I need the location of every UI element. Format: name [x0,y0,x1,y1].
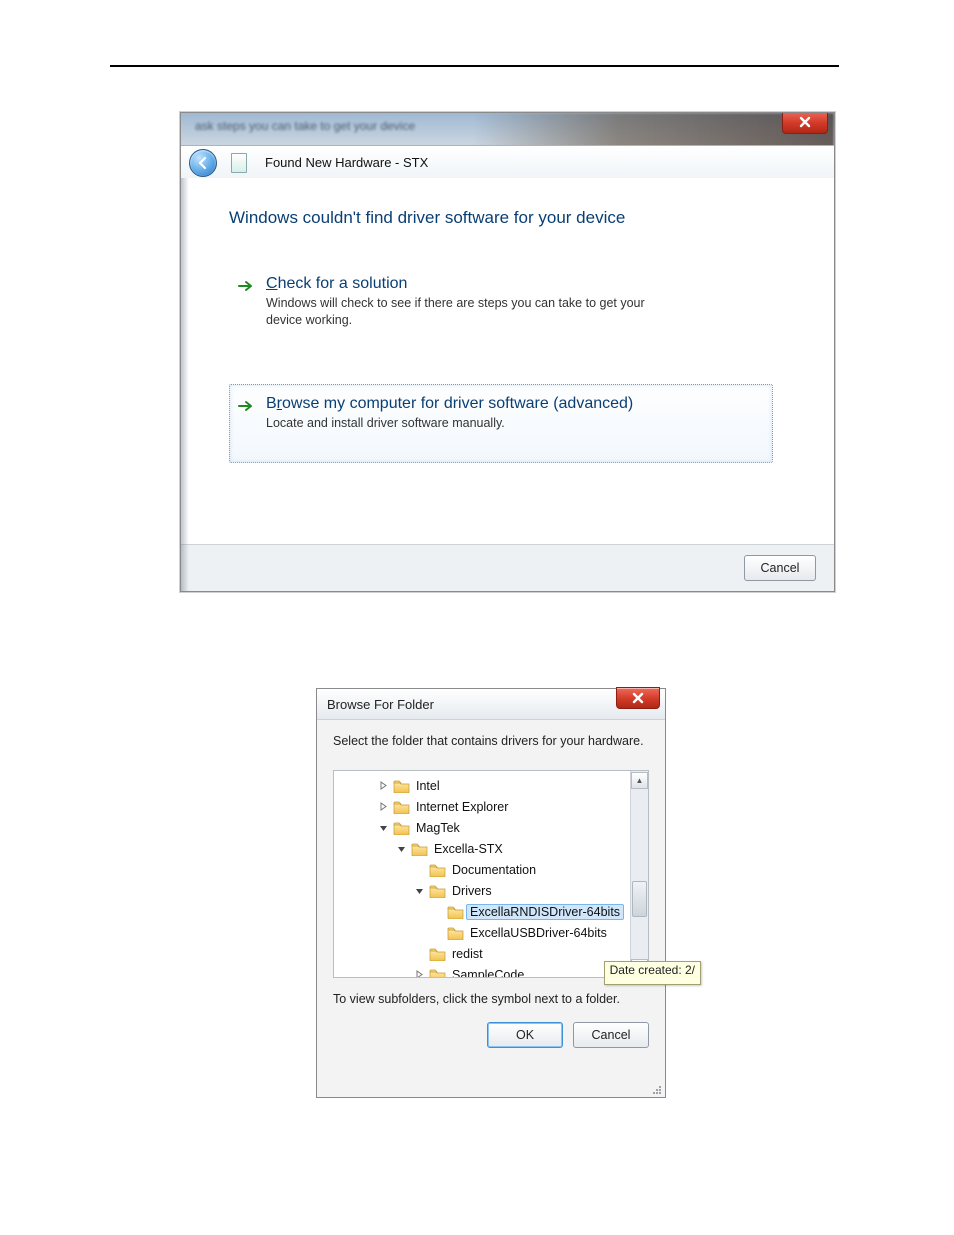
dialog-title: Found New Hardware - STX [265,155,428,170]
nav-header-row: Found New Hardware - STX [181,145,834,178]
tree-item-label: redist [451,947,484,961]
tree-expander-closed-icon[interactable] [414,969,425,978]
tree-expander-closed-icon[interactable] [378,780,389,791]
tree-item-label: MagTek [415,821,461,835]
close-icon [798,115,812,129]
tree-item-label: ExcellaUSBDriver-64bits [469,926,608,940]
found-new-hardware-dialog: ask steps you can take to get your devic… [180,112,835,592]
dialog-hint: To view subfolders, click the symbol nex… [333,992,649,1006]
tree-row[interactable]: ExcellaUSBDriver-64bits [334,922,648,943]
tree-item-label: Intel [415,779,441,793]
dialog-title: Browse For Folder [327,697,434,712]
dialog-titlebar: Browse For Folder [317,689,665,720]
close-button[interactable] [782,113,828,134]
tree-row[interactable]: redist [334,943,648,964]
tree-item-label: SampleCode [451,968,525,979]
tree-expander-open-icon[interactable] [378,822,389,833]
aero-glass-titlebar: ask steps you can take to get your devic… [181,113,834,178]
cancel-button[interactable]: Cancel [744,555,816,581]
folder-icon [447,905,464,919]
tree-item-label: Excella-STX [433,842,504,856]
tree-expander-open-icon[interactable] [414,885,425,896]
back-arrow-icon [196,156,210,170]
left-edge-shadow [181,178,189,591]
option-description: Locate and install driver software manua… [266,415,666,432]
folder-icon [429,947,446,961]
dialog-body: Windows couldn't find driver software fo… [181,178,834,545]
folder-icon [393,821,410,835]
dialog-body: Select the folder that contains drivers … [317,720,665,1058]
background-blur-text: ask steps you can take to get your devic… [195,119,415,133]
date-created-tooltip: Date created: 2/ [604,961,701,985]
cancel-button[interactable]: Cancel [573,1022,649,1048]
tree-scrollbar[interactable]: ▲ ▼ [630,771,648,977]
option-description: Windows will check to see if there are s… [266,295,666,329]
close-button[interactable] [616,687,660,709]
folder-icon [393,800,410,814]
dialog-footer: Cancel [181,544,834,591]
tree-row[interactable]: ExcellaRNDISDriver-64bits [334,901,648,922]
folder-tree[interactable]: Intel Internet Explorer MagTek Excella-STX D… [333,770,649,978]
option-browse-computer[interactable]: Browse my computer for driver software (… [229,384,773,463]
tree-row[interactable]: Excella-STX [334,838,648,859]
folder-icon [447,926,464,940]
option-arrow-icon [238,399,254,417]
dialog-heading: Windows couldn't find driver software fo… [229,208,786,228]
tree-row[interactable]: MagTek [334,817,648,838]
option-title: Browse my computer for driver software (… [266,395,756,413]
tree-item-label: ExcellaRNDISDriver-64bits [466,904,624,920]
tree-expander-closed-icon[interactable] [378,801,389,812]
scroll-thumb[interactable] [632,881,647,917]
tree-row[interactable]: Drivers [334,880,648,901]
tree-item-label: Drivers [451,884,493,898]
tree-item-label: Documentation [451,863,537,877]
tree-row[interactable]: Documentation [334,859,648,880]
tree-row[interactable]: SampleCode [334,964,648,978]
folder-icon [411,842,428,856]
tree-row[interactable]: Intel [334,775,648,796]
back-button[interactable] [189,149,217,177]
page-icon [231,153,247,173]
folder-icon [429,968,446,979]
document-horizontal-rule [110,65,839,67]
dialog-instruction: Select the folder that contains drivers … [333,734,649,748]
tree-expander-open-icon[interactable] [396,843,407,854]
scroll-up-button[interactable]: ▲ [631,772,648,789]
option-title: Check for a solution [266,275,756,293]
folder-icon [429,884,446,898]
folder-icon [393,779,410,793]
browse-for-folder-dialog: Browse For Folder Select the folder that… [316,688,666,1098]
option-check-for-solution[interactable]: Check for a solution Windows will check … [229,264,773,344]
close-icon [631,691,645,705]
dialog-button-row: OK Cancel [333,1022,649,1048]
resize-grip[interactable] [651,1083,663,1095]
tree-row[interactable]: Internet Explorer [334,796,648,817]
tree-item-label: Internet Explorer [415,800,509,814]
option-arrow-icon [238,279,254,297]
ok-button[interactable]: OK [487,1022,563,1048]
folder-icon [429,863,446,877]
